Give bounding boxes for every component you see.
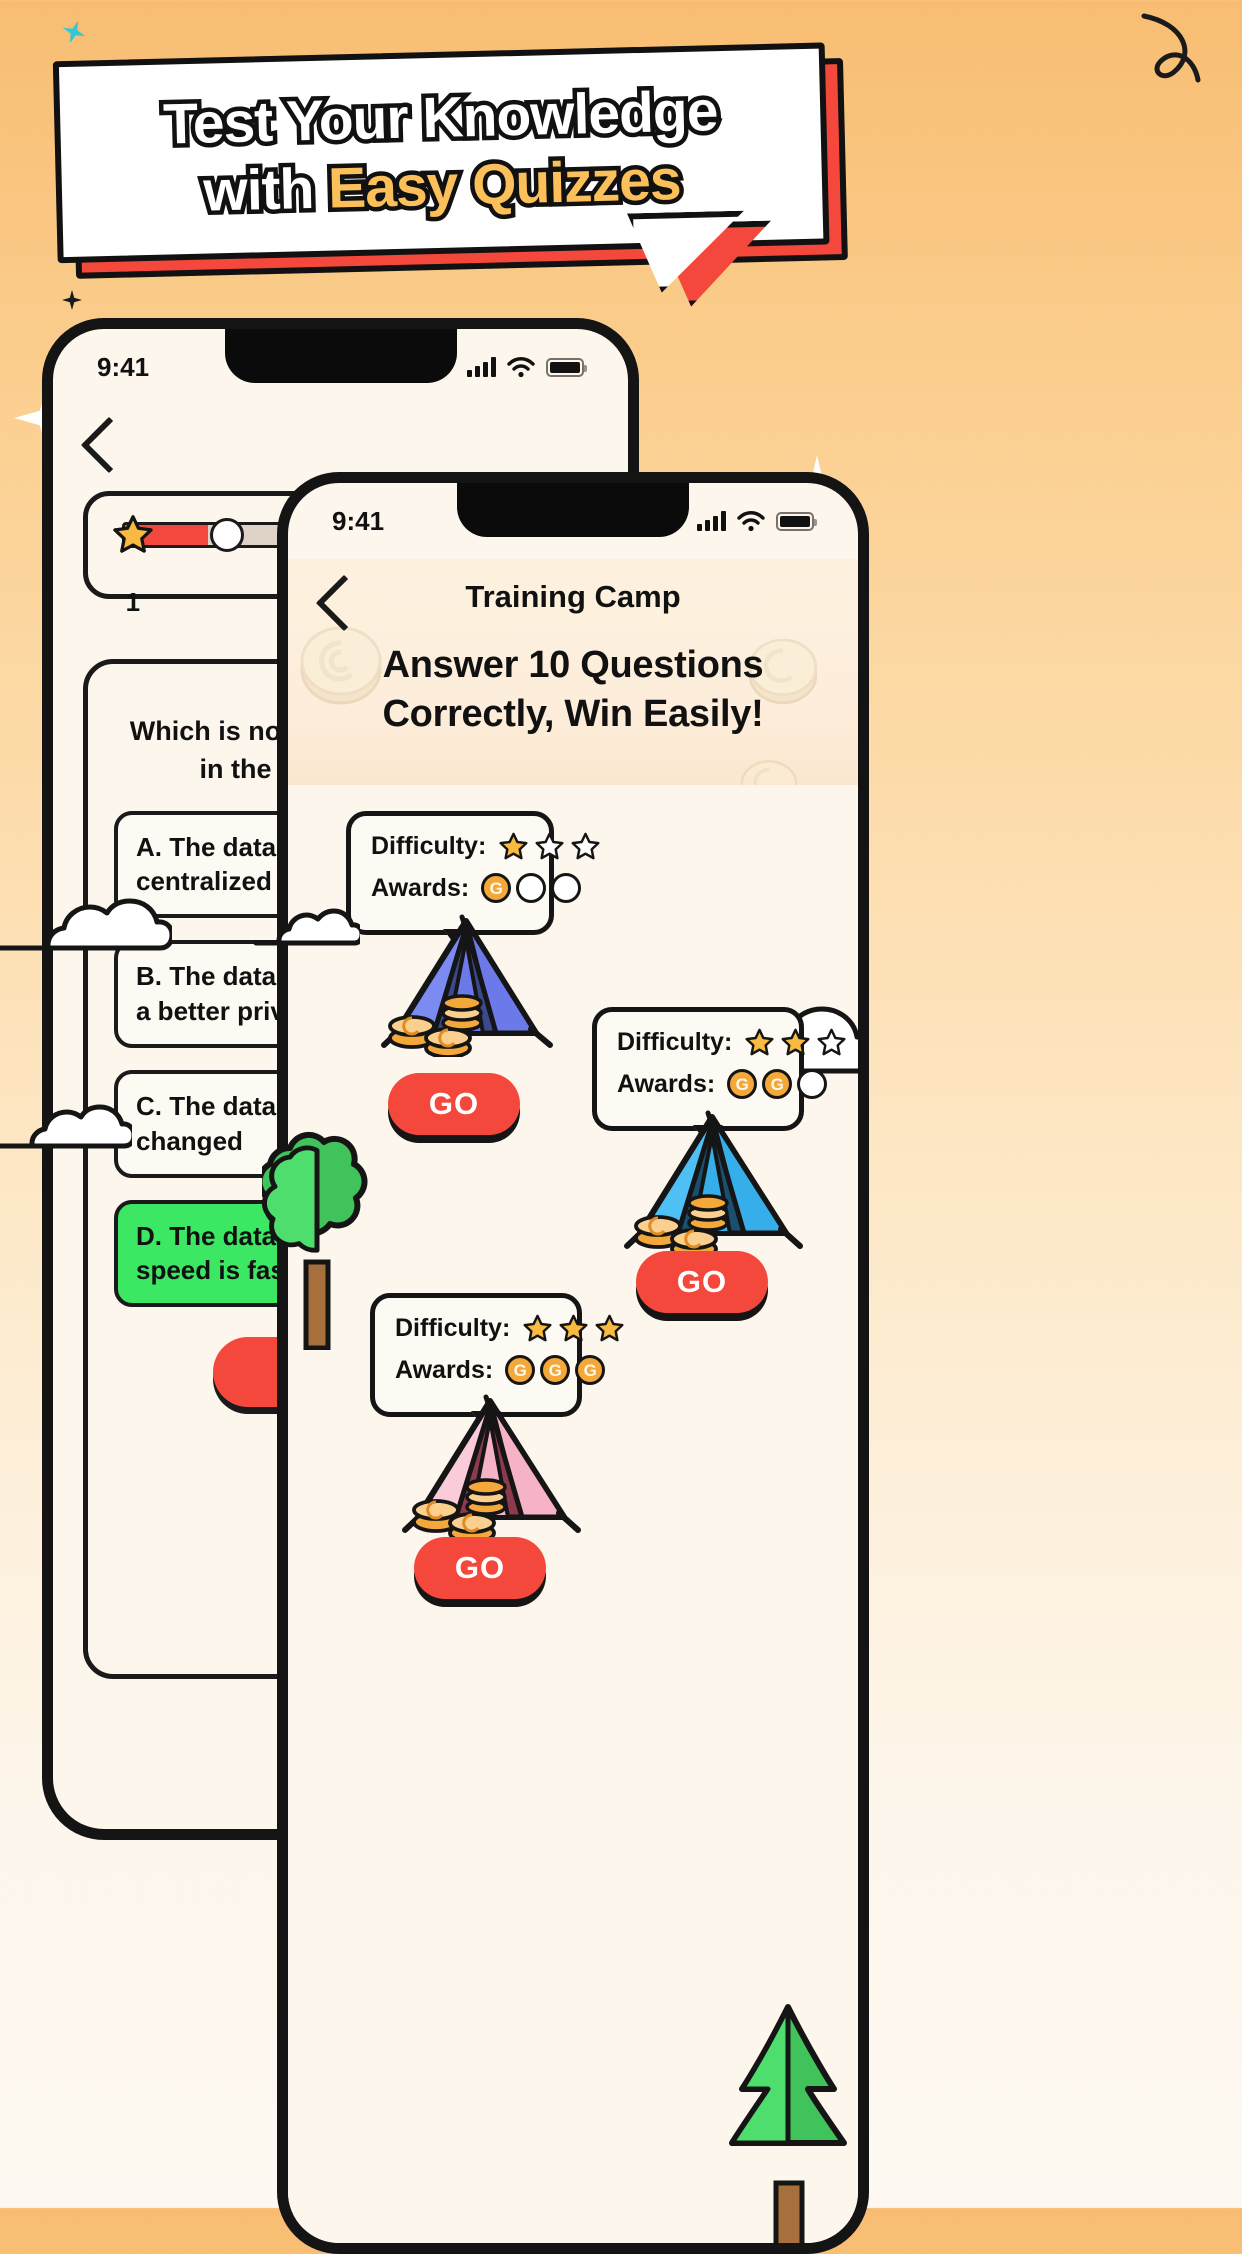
- progress-star-start-icon: [113, 515, 153, 553]
- awards-coins: [727, 1069, 828, 1099]
- coin-empty-icon: [797, 1069, 828, 1099]
- wifi-icon: [737, 510, 765, 531]
- status-bar-front: 9:41: [288, 483, 858, 559]
- awards-label: Awards:: [617, 1069, 716, 1098]
- awards-coins: [481, 873, 582, 903]
- star-filled-icon: [559, 1314, 588, 1342]
- cloud-decoration-left-upper-icon: [0, 898, 172, 951]
- tent-icon-medium-level: [624, 1110, 803, 1259]
- difficulty-label: Difficulty:: [371, 832, 487, 860]
- coin-filled-icon: [481, 873, 512, 903]
- star-filled-icon: [745, 1028, 774, 1056]
- awards-label: Awards:: [371, 873, 470, 902]
- star-filled-icon: [781, 1028, 810, 1056]
- cellular-bars-icon: [697, 511, 726, 531]
- star-filled-icon: [499, 832, 528, 860]
- status-time: 9:41: [332, 505, 385, 536]
- levels-list: Difficulty: Awards: G GO Difficulty: Awa…: [288, 785, 858, 2243]
- go-button-easy-level[interactable]: GO: [388, 1073, 520, 1135]
- star-empty-icon: [817, 1028, 846, 1056]
- coin-filled-icon: [540, 1355, 571, 1385]
- pine-tree-decoration-icon: [729, 2004, 847, 2243]
- page-title: Training Camp: [465, 579, 681, 614]
- star-empty-icon: [571, 832, 600, 860]
- difficulty-stars: [522, 1313, 625, 1344]
- star-filled-icon: [595, 1314, 624, 1342]
- tent-icon-hard-level: [402, 1394, 581, 1543]
- difficulty-stars: [498, 831, 601, 862]
- difficulty-label: Difficulty:: [617, 1028, 733, 1056]
- coin-filled-icon: [505, 1355, 536, 1385]
- sparkle-teal-topleft: [59, 17, 90, 48]
- awards-coins: [505, 1355, 606, 1385]
- tent-icon-easy-level: [381, 914, 553, 1057]
- banner-line-2: with Easy Quizzes: [198, 144, 686, 229]
- sparkle-small-left: [62, 290, 82, 310]
- page-subtitle-line1: Answer 10 Questions: [382, 644, 764, 686]
- star-filled-icon: [523, 1314, 552, 1342]
- progress-node: [210, 518, 245, 552]
- banner-line-2-plain: with: [198, 152, 329, 228]
- coin-filled-icon: [575, 1355, 606, 1385]
- back-button-quiz[interactable]: [80, 416, 138, 474]
- coin-empty-icon: [551, 873, 582, 903]
- coin-empty-icon: [516, 873, 547, 903]
- phone-front-training-camp-screen: 9:41 Training Camp Answer 10 Questions C…: [277, 472, 869, 2254]
- banner-line-1: Test Your Knowledge: [158, 75, 723, 162]
- battery-icon: [776, 511, 817, 531]
- go-button-medium-level[interactable]: GO: [636, 1251, 768, 1313]
- cloud-decoration-left-lower-icon: [0, 1104, 132, 1149]
- progress-label-current: 1: [125, 587, 141, 617]
- difficulty-stars: [744, 1027, 847, 1058]
- page-subtitle: Answer 10 Questions Correctly, Win Easil…: [288, 641, 858, 738]
- go-button-hard-level[interactable]: GO: [414, 1537, 546, 1599]
- difficulty-label: Difficulty:: [395, 1314, 511, 1342]
- round-tree-decoration-icon: [262, 1131, 368, 1350]
- coin-filled-icon: [727, 1069, 758, 1099]
- star-empty-icon: [535, 832, 564, 860]
- awards-label: Awards:: [395, 1355, 494, 1384]
- banner-line-2-highlight: Easy Quizzes: [323, 144, 686, 226]
- squiggle-icon: [1141, 13, 1201, 83]
- cloud-decoration-mid-icon: [253, 908, 360, 946]
- coin-filled-icon: [762, 1069, 793, 1099]
- page-subtitle-line2: Correctly, Win Easily!: [382, 692, 764, 735]
